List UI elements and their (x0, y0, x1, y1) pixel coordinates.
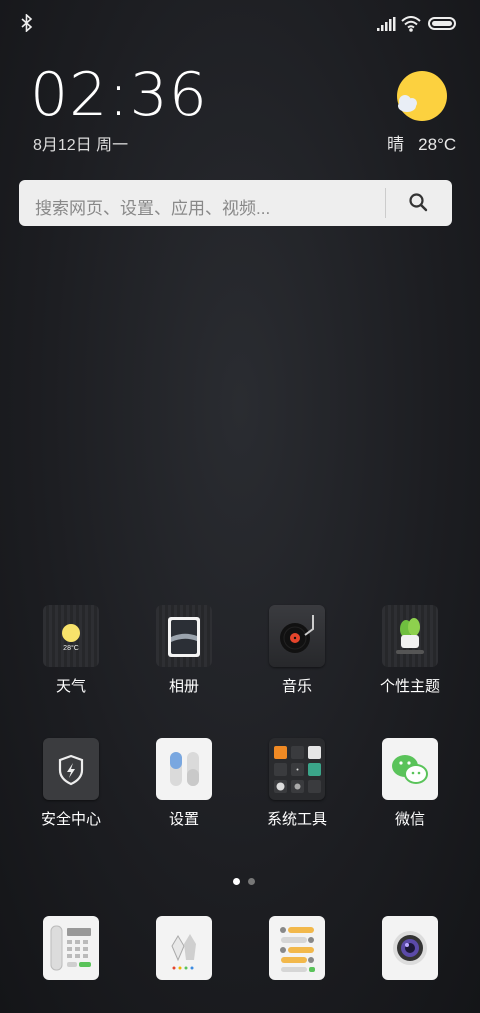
app-wechat[interactable]: 微信 (362, 738, 458, 829)
security-icon (43, 738, 99, 800)
weather-condition: 晴 (387, 135, 404, 154)
dock-camera[interactable] (362, 916, 458, 980)
weather-icon: 28°C (43, 605, 99, 667)
app-music[interactable]: 音乐 (249, 605, 345, 696)
battery-icon (428, 17, 456, 30)
search-divider (385, 188, 386, 218)
app-system-tools[interactable]: 系统工具 (249, 738, 345, 829)
app-label: 微信 (394, 811, 425, 828)
page-indicator[interactable] (229, 872, 259, 890)
phone-icon (43, 916, 99, 980)
system-tools-folder-icon (269, 738, 325, 800)
cell-signal-icon (377, 17, 397, 36)
dock-messages[interactable] (249, 916, 345, 980)
weather-summary[interactable]: 晴 28°C (387, 130, 456, 155)
messages-icon (269, 916, 325, 980)
app-label: 系统工具 (266, 811, 327, 828)
app-label: 设置 (168, 811, 199, 828)
app-label: 个性主题 (379, 678, 440, 695)
app-weather[interactable]: 28°C 天气 (23, 605, 119, 696)
app-label: 相册 (168, 678, 199, 695)
app-label: 安全中心 (40, 811, 101, 828)
music-icon (269, 605, 325, 667)
dock-phone[interactable] (23, 916, 119, 980)
themes-icon (382, 605, 438, 667)
app-themes[interactable]: 个性主题 (362, 605, 458, 696)
bluetooth-icon (21, 13, 33, 37)
clock-time[interactable]: 02:36 (30, 60, 208, 130)
app-label: 天气 (55, 678, 86, 695)
search-input[interactable]: 搜索网页、设置、应用、视频... (35, 194, 270, 219)
partly-sunny-icon[interactable] (393, 70, 449, 126)
app-settings[interactable]: 设置 (136, 738, 232, 829)
app-security-center[interactable]: 安全中心 (23, 738, 119, 829)
weather-tile-temp: 28°C (63, 645, 79, 652)
status-bar (0, 0, 480, 52)
gallery-icon (156, 605, 212, 667)
wechat-icon (382, 738, 438, 800)
settings-icon (156, 738, 212, 800)
clock-date[interactable]: 8月12日 周一 (33, 131, 128, 155)
wifi-icon (401, 16, 421, 37)
contacts-icon (156, 916, 212, 980)
camera-icon (382, 916, 438, 980)
dock-contacts[interactable] (136, 916, 232, 980)
app-label: 音乐 (281, 678, 312, 695)
weather-temperature: 28°C (418, 135, 457, 154)
search-bar[interactable]: 搜索网页、设置、应用、视频... (19, 180, 452, 226)
search-icon[interactable] (408, 192, 428, 217)
page-dot-active[interactable] (233, 878, 240, 885)
page-dot[interactable] (248, 878, 255, 885)
app-gallery[interactable]: 相册 (136, 605, 232, 696)
